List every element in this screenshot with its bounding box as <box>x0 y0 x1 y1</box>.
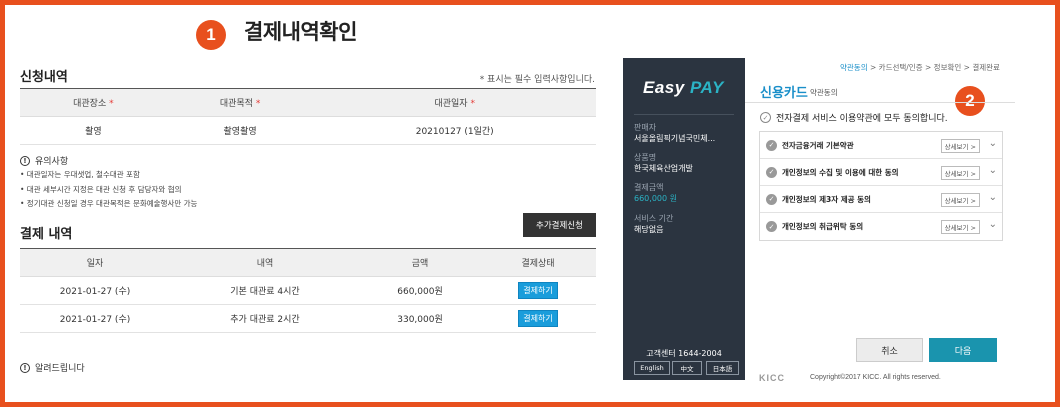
table-row: 촬영 촬영촬영 20210127 (1일간) <box>20 116 596 145</box>
seller-info: 판매자 서울올림픽기념국민체... <box>634 123 716 143</box>
term-item-third-party[interactable]: ✓ 개인정보의 제3자 제공 동의 상세보기 > ⌄ <box>760 186 1002 213</box>
purpose-cell: 촬영촬영 <box>166 116 314 145</box>
table-row: 2021-01-27 (수) 기본 대관료 4시간 660,000원 결제하기 <box>20 276 596 305</box>
bottom-notice: ! 알려드립니다 <box>20 361 85 374</box>
customer-center: 고객센터 1644-2004 <box>646 349 722 358</box>
term-item-consignment[interactable]: ✓ 개인정보의 취급위탁 동의 상세보기 > ⌄ <box>760 213 1002 240</box>
col-status-header: 결제상태 <box>480 248 596 277</box>
crumb-info-check: 정보확인 <box>933 63 962 72</box>
step-badge-2: 2 <box>955 86 985 116</box>
col-purpose: 대관목적 * <box>166 88 314 117</box>
add-payment-button[interactable]: 추가결제신청 <box>523 213 596 237</box>
period-info: 서비스 기간 해당없음 <box>634 214 674 234</box>
desc-cell: 추가 대관료 2시간 <box>170 304 360 333</box>
lang-japanese-button[interactable]: 日本語 <box>706 361 739 375</box>
detail-button[interactable]: 상세보기 > <box>940 220 980 234</box>
amount-cell: 330,000원 <box>360 304 480 333</box>
list-item: • 대관일자는 우대샛업, 철수대관 포함 <box>20 170 140 179</box>
col-date-header: 일자 <box>20 248 170 277</box>
check-circle-icon: ✓ <box>766 193 777 205</box>
payment-table: 일자 내역 금액 결제상태 2021-01-27 (수) 기본 대관료 4시간 … <box>20 248 596 333</box>
card-title: 신용카드 <box>760 86 808 101</box>
payment-title: 결제 내역 <box>20 227 73 242</box>
pay-button[interactable]: 결제하기 <box>518 282 558 299</box>
card-subtitle: 약관동의 <box>810 88 838 97</box>
breadcrumb: 약관동의 > 카드선택/인증 > 정보확인 > 결제완료 <box>840 63 1000 72</box>
notice-heading: ! 유의사항 <box>20 154 68 167</box>
chevron-down-icon[interactable]: ⌄ <box>989 219 997 230</box>
lang-english-button[interactable]: English <box>634 361 670 375</box>
terms-list: ✓ 전자금융거래 기본약관 상세보기 > ⌄ ✓ 개인정보의 수집 및 이용에 … <box>759 131 1003 241</box>
notice-list: • 대관일자는 우대샛업, 철수대관 포함 • 대관 세부시간 지정은 대관 신… <box>20 168 197 212</box>
detail-button[interactable]: 상세보기 > <box>940 166 980 180</box>
date-cell: 2021-01-27 (수) <box>20 304 170 333</box>
venue-cell: 촬영 <box>20 116 167 145</box>
step-badge-1: 1 <box>196 20 226 50</box>
status-cell: 결제하기 <box>480 276 596 305</box>
divider <box>745 102 1015 103</box>
lang-chinese-button[interactable]: 中文 <box>672 361 702 375</box>
detail-button[interactable]: 상세보기 > <box>940 139 980 153</box>
agree-all-checkbox[interactable]: ✓ 전자결제 서비스 이용약관에 모두 동의합니다. <box>760 111 948 124</box>
col-desc-header: 내역 <box>170 248 360 277</box>
easypay-logo: Easy PAY <box>643 78 724 97</box>
status-cell: 결제하기 <box>480 304 596 333</box>
cancel-button[interactable]: 취소 <box>856 338 923 362</box>
check-circle-icon: ✓ <box>766 139 777 151</box>
table-row: 2021-01-27 (수) 추가 대관료 2시간 330,000원 결제하기 <box>20 304 596 333</box>
desc-cell: 기본 대관료 4시간 <box>170 276 360 305</box>
crumb-card-select: 카드선택/인증 <box>878 63 923 72</box>
page-title: 결제내역확인 <box>244 20 357 44</box>
check-circle-icon: ✓ <box>766 221 777 232</box>
easypay-sidebar: Easy PAY 판매자 서울올림픽기념국민체... 상품명 한국체육산업개발 … <box>623 58 745 380</box>
amount-cell: 660,000원 <box>360 276 480 305</box>
check-circle-icon: ✓ <box>766 166 777 178</box>
detail-button[interactable]: 상세보기 > <box>940 193 980 207</box>
col-amount-header: 금액 <box>360 248 480 277</box>
col-date: 대관일자 * <box>313 88 596 117</box>
check-circle-icon: ✓ <box>760 112 771 123</box>
term-item-collection[interactable]: ✓ 개인정보의 수집 및 이용에 대한 동의 상세보기 > ⌄ <box>760 159 1002 186</box>
crumb-terms: 약관동의 <box>840 63 868 72</box>
date-cell: 20210127 (1일간) <box>313 116 596 145</box>
kicc-logo: KICC <box>759 373 785 383</box>
chevron-down-icon[interactable]: ⌄ <box>989 138 997 149</box>
pay-button[interactable]: 결제하기 <box>518 310 558 327</box>
application-table: 대관장소 * 대관목적 * 대관일자 * 촬영 촬영촬영 20210127 (1… <box>20 88 596 145</box>
required-note: * 표시는 필수 입력사항입니다. <box>479 75 595 85</box>
divider <box>634 114 734 115</box>
col-venue: 대관장소 * <box>20 88 167 117</box>
chevron-down-icon[interactable]: ⌄ <box>989 192 997 203</box>
date-cell: 2021-01-27 (수) <box>20 276 170 305</box>
chevron-down-icon[interactable]: ⌄ <box>989 165 997 176</box>
term-item-basic[interactable]: ✓ 전자금융거래 기본약관 상세보기 > ⌄ <box>760 132 1002 159</box>
next-button[interactable]: 다음 <box>929 338 997 362</box>
product-info: 상품명 한국체육산업개발 <box>634 153 693 173</box>
crumb-complete: 결제완료 <box>972 63 1000 72</box>
copyright: Copyright©2017 KICC. All rights reserved… <box>810 374 941 381</box>
application-title: 신청내역 <box>20 70 68 85</box>
info-icon: ! <box>20 362 30 373</box>
info-icon: ! <box>20 155 30 166</box>
list-item: • 정기대관 신청일 경우 대관목적은 문화예술행사만 가능 <box>20 199 198 208</box>
list-item: • 대관 세부시간 지정은 대관 신청 후 담당자와 협의 <box>20 184 182 194</box>
amount-info: 결제금액 660,000 원 <box>634 183 677 203</box>
